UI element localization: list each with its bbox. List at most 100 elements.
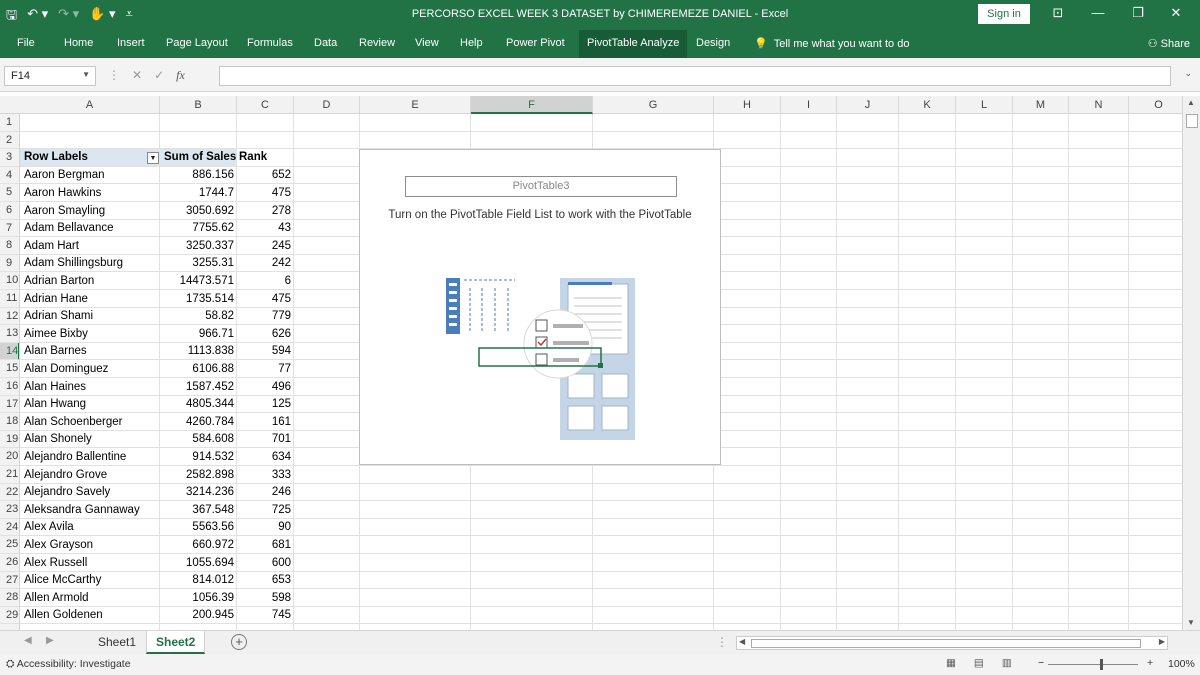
sheet-tab-sheet2[interactable]: Sheet2 bbox=[146, 631, 206, 654]
row-header-14[interactable]: 14 bbox=[0, 342, 19, 361]
expand-formula-bar-icon[interactable]: ⌄ bbox=[1184, 68, 1192, 79]
pivot-rank-value[interactable]: 725 bbox=[237, 502, 294, 519]
pivot-row-label[interactable]: Adam Bellavance bbox=[24, 220, 160, 237]
pivot-sales-value[interactable]: 1056.39 bbox=[160, 590, 237, 607]
pivot-rank-value[interactable]: 626 bbox=[237, 326, 294, 343]
sum-of-sales-header[interactable]: Sum of Sales bbox=[164, 149, 236, 166]
pivot-rank-value[interactable]: 594 bbox=[237, 343, 294, 360]
row-header-12[interactable]: 12 bbox=[0, 308, 19, 326]
column-header-b[interactable]: B bbox=[160, 96, 237, 114]
pivot-rank-value[interactable]: 598 bbox=[237, 590, 294, 607]
add-sheet-icon[interactable]: + bbox=[231, 634, 247, 650]
pivot-row-label[interactable]: Alex Russell bbox=[24, 555, 160, 572]
minimize-icon[interactable]: — bbox=[1088, 5, 1108, 20]
pivot-row-label[interactable]: Adrian Barton bbox=[24, 273, 160, 290]
pivot-sales-value[interactable]: 1113.838 bbox=[160, 343, 237, 360]
pivot-row-label[interactable]: Alejandro Savely bbox=[24, 484, 160, 501]
pivot-rank-value[interactable]: 77 bbox=[237, 361, 294, 378]
pivot-row-label[interactable]: Allen Armold bbox=[24, 590, 160, 607]
pivot-rank-value[interactable]: 681 bbox=[237, 537, 294, 554]
column-header-n[interactable]: N bbox=[1069, 96, 1129, 114]
pivot-row-label[interactable]: Allen Goldenen bbox=[24, 607, 160, 624]
horizontal-scrollbar[interactable]: ◀ ▶ bbox=[736, 636, 1168, 650]
row-header-25[interactable]: 25 bbox=[0, 536, 19, 554]
pivot-sales-value[interactable]: 3050.692 bbox=[160, 203, 237, 220]
pivot-row-label[interactable]: Alex Grayson bbox=[24, 537, 160, 554]
row-header-13[interactable]: 13 bbox=[0, 325, 19, 343]
column-header-a[interactable]: A bbox=[20, 96, 160, 114]
tab-review[interactable]: Review bbox=[359, 37, 395, 49]
row-header-9[interactable]: 9 bbox=[0, 255, 19, 273]
pivot-row-label[interactable]: Alan Haines bbox=[24, 379, 160, 396]
ribbon-display-icon[interactable]: ⊡ bbox=[1048, 5, 1068, 21]
pivot-rank-value[interactable]: 475 bbox=[237, 185, 294, 202]
tab-file[interactable]: File bbox=[17, 37, 35, 49]
column-header-l[interactable]: L bbox=[956, 96, 1013, 114]
more-options-icon[interactable]: ⋮ bbox=[108, 68, 120, 83]
pivot-rank-value[interactable]: 653 bbox=[237, 572, 294, 589]
pivot-row-label[interactable]: Alan Hwang bbox=[24, 396, 160, 413]
row-header-5[interactable]: 5 bbox=[0, 184, 19, 202]
column-header-m[interactable]: M bbox=[1013, 96, 1069, 114]
cancel-entry-icon[interactable]: ✕ bbox=[132, 68, 142, 83]
worksheet-grid[interactable]: Row Labels ▼ Sum of Sales Rank Aaron Ber… bbox=[20, 114, 1182, 630]
pivot-rank-value[interactable]: 701 bbox=[237, 431, 294, 448]
row-header-26[interactable]: 26 bbox=[0, 554, 19, 572]
pivot-sales-value[interactable]: 5563.56 bbox=[160, 519, 237, 536]
pivot-row-label[interactable]: Adrian Shami bbox=[24, 308, 160, 325]
tab-split-handle[interactable]: ⋮ bbox=[716, 635, 728, 649]
sign-in-button[interactable]: Sign in bbox=[978, 4, 1030, 24]
pivot-row-label[interactable]: Aleksandra Gannaway bbox=[24, 502, 160, 519]
pivot-sales-value[interactable]: 1587.452 bbox=[160, 379, 237, 396]
tab-formulas[interactable]: Formulas bbox=[247, 37, 293, 49]
pivot-rank-value[interactable]: 90 bbox=[237, 519, 294, 536]
tab-pivottable-analyze[interactable]: PivotTable Analyze bbox=[579, 30, 688, 58]
page-break-view-icon[interactable]: ▥ bbox=[1002, 657, 1012, 669]
pivot-row-label[interactable]: Alan Schoenberger bbox=[24, 414, 160, 431]
pivot-rank-value[interactable]: 245 bbox=[237, 238, 294, 255]
vertical-scrollbar[interactable]: ▲ ▼ bbox=[1182, 96, 1200, 630]
sheet-tab-sheet1[interactable]: Sheet1 bbox=[89, 631, 145, 654]
tab-design[interactable]: Design bbox=[696, 37, 730, 49]
row-header-27[interactable]: 27 bbox=[0, 572, 19, 590]
formula-input[interactable] bbox=[219, 66, 1171, 86]
pivot-sales-value[interactable]: 886.156 bbox=[160, 167, 237, 184]
column-header-g[interactable]: G bbox=[593, 96, 714, 114]
confirm-entry-icon[interactable]: ✓ bbox=[154, 68, 164, 83]
tell-me-search[interactable]: 💡 Tell me what you want to do bbox=[754, 37, 909, 51]
column-header-e[interactable]: E bbox=[360, 96, 471, 114]
page-layout-view-icon[interactable]: ▤ bbox=[974, 657, 984, 669]
column-header-i[interactable]: I bbox=[781, 96, 837, 114]
pivot-rank-value[interactable]: 242 bbox=[237, 255, 294, 272]
row-header-15[interactable]: 15 bbox=[0, 360, 19, 378]
pivot-row-label[interactable]: Adam Shillingsburg bbox=[24, 255, 160, 272]
row-header-10[interactable]: 10 bbox=[0, 272, 19, 290]
zoom-out-icon[interactable]: − bbox=[1038, 657, 1044, 669]
pivot-row-label[interactable]: Aaron Hawkins bbox=[24, 185, 160, 202]
restore-icon[interactable]: ❐ bbox=[1128, 5, 1148, 21]
tab-help[interactable]: Help bbox=[460, 37, 483, 49]
zoom-in-icon[interactable]: + bbox=[1147, 657, 1153, 669]
row-header-28[interactable]: 28 bbox=[0, 589, 19, 607]
column-header-h[interactable]: H bbox=[714, 96, 781, 114]
pivot-sales-value[interactable]: 966.71 bbox=[160, 326, 237, 343]
row-header-18[interactable]: 18 bbox=[0, 413, 19, 431]
scroll-left-icon[interactable]: ◀ bbox=[739, 637, 745, 646]
tab-insert[interactable]: Insert bbox=[117, 37, 145, 49]
pivot-row-label[interactable]: Alex Avila bbox=[24, 519, 160, 536]
tab-page-layout[interactable]: Page Layout bbox=[166, 37, 228, 49]
row-header-23[interactable]: 23 bbox=[0, 501, 19, 519]
scroll-right-icon[interactable]: ▶ bbox=[1159, 637, 1165, 646]
pivot-rank-value[interactable]: 652 bbox=[237, 167, 294, 184]
pivot-sales-value[interactable]: 200.945 bbox=[160, 607, 237, 624]
pivot-rank-value[interactable]: 745 bbox=[237, 607, 294, 624]
row-header-17[interactable]: 17 bbox=[0, 396, 19, 414]
row-header-4[interactable]: 4 bbox=[0, 167, 19, 185]
column-header-f[interactable]: F bbox=[471, 96, 593, 114]
tab-view[interactable]: View bbox=[415, 37, 439, 49]
pivot-rank-value[interactable]: 496 bbox=[237, 379, 294, 396]
pivot-sales-value[interactable]: 1735.514 bbox=[160, 291, 237, 308]
pivot-sales-value[interactable]: 4805.344 bbox=[160, 396, 237, 413]
row-header-24[interactable]: 24 bbox=[0, 519, 19, 537]
pivot-rank-value[interactable]: 779 bbox=[237, 308, 294, 325]
